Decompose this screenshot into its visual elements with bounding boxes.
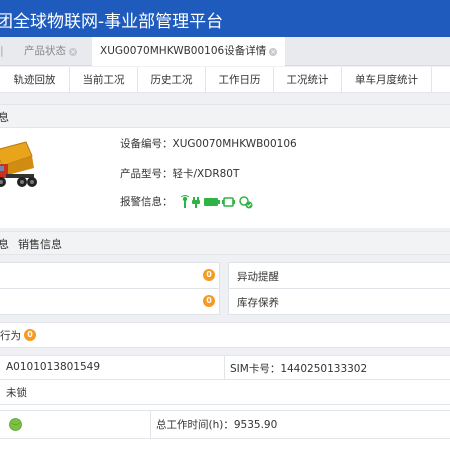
divider [0, 355, 450, 356]
count-badge: 0 [203, 295, 215, 307]
truck-image [0, 141, 37, 187]
divider [150, 410, 151, 438]
divider [224, 355, 225, 379]
close-icon[interactable]: × [69, 48, 77, 56]
divider [0, 404, 450, 405]
connector-icon [221, 197, 235, 207]
tab-product-status[interactable]: 产品状态 × [24, 37, 77, 66]
tab-device-detail[interactable]: XUG0070MHKWB00106设备详情 × [92, 37, 286, 66]
behavior-label: 行为 [0, 330, 21, 342]
alarm-info-row: 报警信息： [120, 194, 254, 209]
tab-info-partial[interactable]: 息 [0, 236, 9, 252]
behavior-row: 行为 0 [0, 322, 450, 348]
tab-device-detail-label: XUG0070MHKWB00106设备详情 [100, 45, 267, 57]
total-work-time: 总工作时间(h)：9535.90 [156, 419, 278, 431]
subnav-condition-stats[interactable]: 工况统计 [274, 67, 342, 93]
battery-icon [203, 198, 220, 206]
tab-sales-info[interactable]: 销售信息 [18, 236, 62, 252]
antenna-icon [180, 195, 190, 208]
status-card-1[interactable]: 0 [0, 262, 220, 289]
subnav-work-calendar[interactable]: 工作日历 [206, 67, 274, 93]
device-number: 设备编号：XUG0070MHKWB00106 [120, 138, 297, 150]
behavior-count-badge: 0 [24, 329, 36, 341]
abnormal-alert-card[interactable]: 异动提醒 [228, 262, 450, 289]
divider [0, 410, 450, 411]
tab-bar: | 产品状态 × XUG0070MHKWB00106设备详情 × [0, 37, 450, 66]
status-card-2[interactable]: 0 [0, 288, 220, 315]
divider [0, 379, 450, 380]
divider [0, 438, 450, 439]
satellite-check-icon [239, 196, 253, 209]
tab-separator: | [0, 44, 4, 57]
close-icon[interactable]: × [269, 48, 278, 56]
inventory-maintenance-card[interactable]: 库存保养 [228, 288, 450, 315]
sales-section-header: 息 销售信息 [0, 231, 450, 255]
app-title: 团全球物联网-事业部管理平台 [0, 12, 224, 32]
subnav-track-playback[interactable]: 轨迹回放 [0, 67, 70, 93]
online-status-icon [9, 418, 22, 431]
basic-info-section-header: 息 [0, 104, 450, 128]
alarm-info-label: 报警信息： [120, 196, 173, 208]
sub-navigation: 轨迹回放 当前工况 历史工况 工作日历 工况统计 单车月度统计 [0, 67, 450, 93]
app-header: 团全球物联网-事业部管理平台 [0, 0, 450, 37]
abnormal-alert-label: 异动提醒 [237, 271, 279, 283]
product-model: 产品型号：轻卡/XDR80T [120, 168, 240, 180]
lock-status: 未锁 [6, 387, 27, 399]
inventory-maintenance-label: 库存保养 [237, 297, 279, 309]
count-badge: 0 [203, 269, 215, 281]
plug-icon [191, 197, 200, 208]
terminal-number: A0101013801549 [6, 361, 101, 373]
sim-number: SIM卡号：1440250133302 [230, 363, 368, 375]
basic-info-title: 息 [0, 111, 9, 124]
subnav-monthly-stats[interactable]: 单车月度统计 [342, 67, 432, 93]
alarm-icons [180, 195, 253, 209]
subnav-history-condition[interactable]: 历史工况 [138, 67, 206, 93]
tab-product-status-label: 产品状态 [24, 45, 66, 57]
subnav-current-condition[interactable]: 当前工况 [70, 67, 138, 93]
